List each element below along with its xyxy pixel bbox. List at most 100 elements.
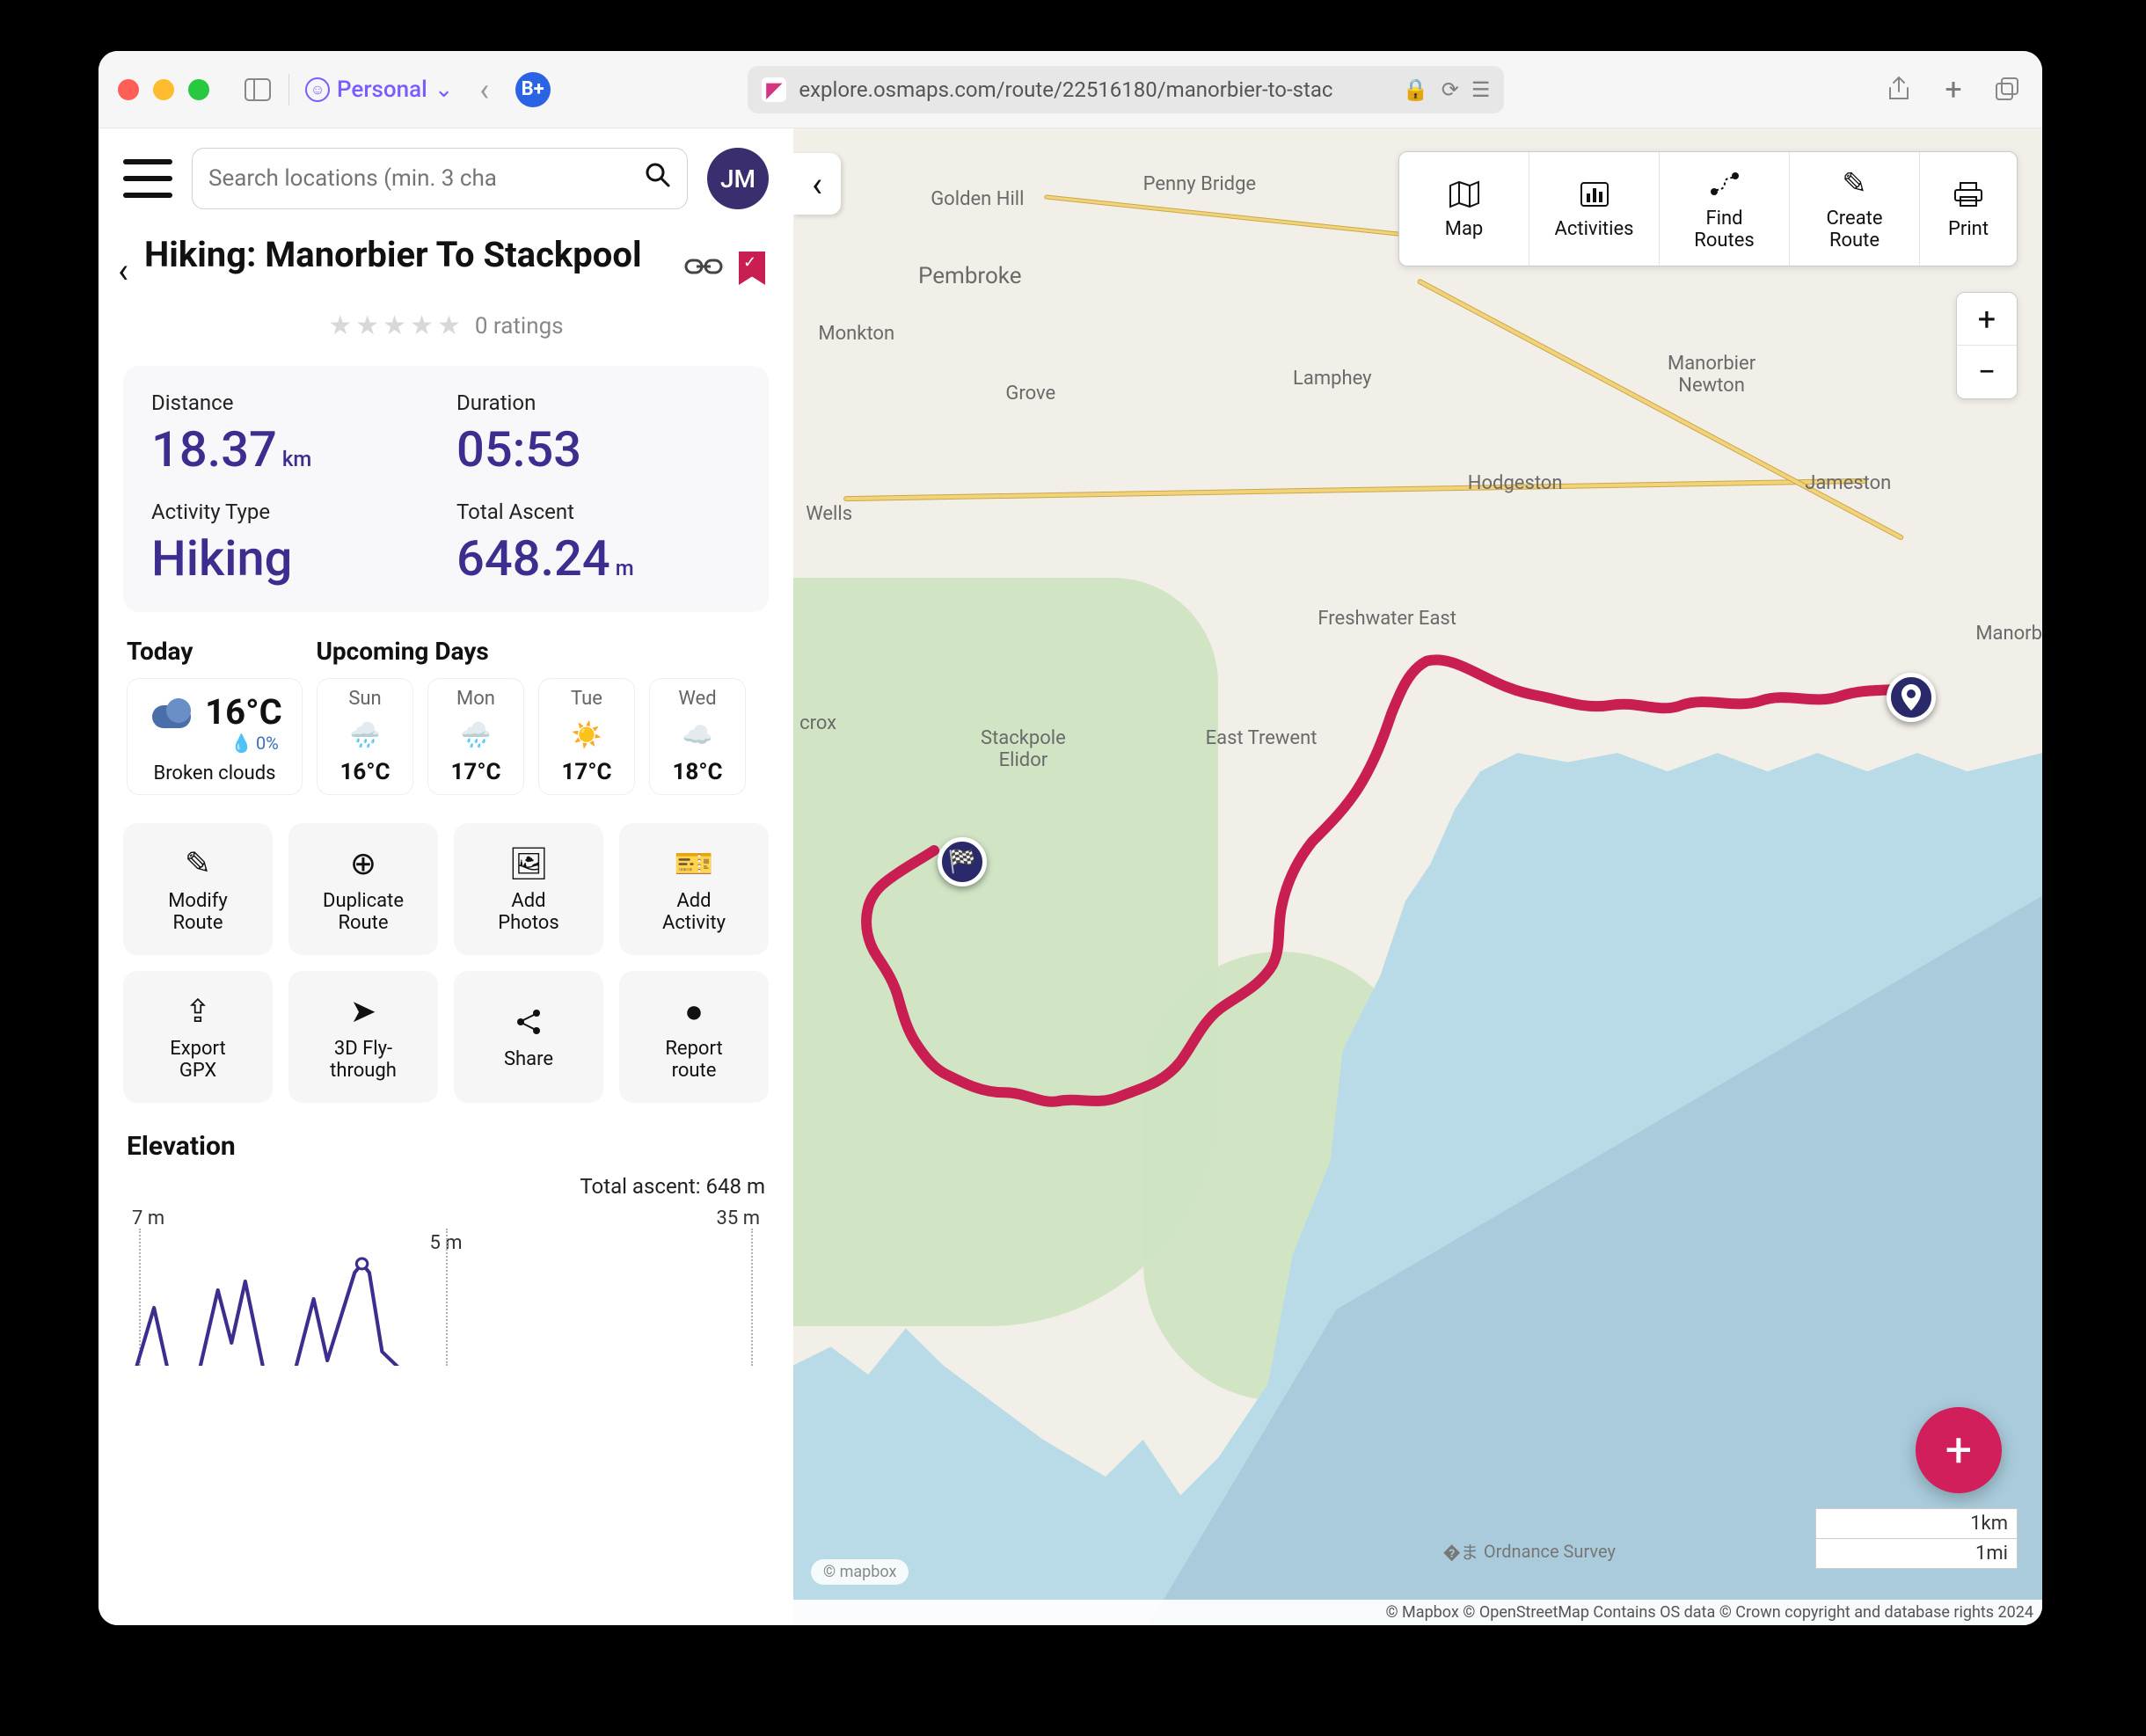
export-gpx-button[interactable]: ⇪ Export GPX: [123, 971, 273, 1103]
map-canvas[interactable]: Golden Hill Penny Bridge Pembroke Monkto…: [793, 128, 2042, 1625]
plane-icon: ➤: [350, 992, 376, 1031]
elevation-title: Elevation: [127, 1131, 765, 1162]
minimize-window-icon[interactable]: [153, 79, 174, 100]
flythrough-button[interactable]: ➤ 3D Fly- through: [288, 971, 438, 1103]
weather-day-sun[interactable]: Sun 🌧️ 16°C: [317, 678, 413, 795]
weather-day-wed[interactable]: Wed ☁️ 18°C: [649, 678, 746, 795]
menu-button[interactable]: [123, 159, 172, 198]
zoom-in-button[interactable]: +: [1957, 293, 2017, 346]
weather-day-tue[interactable]: Tue ☀️ 17°C: [538, 678, 635, 795]
reader-icon[interactable]: ☰: [1471, 77, 1491, 102]
duplicate-route-button[interactable]: ⊕ Duplicate Route: [288, 823, 438, 955]
report-route-button[interactable]: ● Report route: [619, 971, 769, 1103]
extension-badge[interactable]: B+: [515, 72, 551, 107]
copy-link-icon[interactable]: [684, 253, 723, 283]
site-favicon: ◤: [762, 77, 786, 102]
route-sidebar: JM ‹ Hiking: Manorbier To Stackpool ★★★★…: [99, 128, 793, 1625]
new-tab-icon[interactable]: +: [1938, 75, 1968, 105]
map-attribution: © Mapbox © OpenStreetMap Contains OS dat…: [793, 1600, 2042, 1625]
window-controls[interactable]: [118, 79, 209, 100]
distance-value: 18.37km: [151, 420, 435, 478]
pencil-icon: ✎: [185, 844, 211, 883]
elevation-chart[interactable]: 7 m 5 m 35 m: [127, 1207, 765, 1366]
ratings-row: ★★★★★ 0 ratings: [99, 295, 793, 366]
rain-icon: 🌧️: [458, 718, 493, 750]
share-network-icon: [514, 1003, 544, 1041]
today-precip: 💧0%: [205, 733, 282, 754]
zoom-controls: + −: [1956, 292, 2018, 399]
scale-mi: 1mi: [1816, 1539, 2017, 1568]
end-pin-icon[interactable]: 🏁: [938, 837, 987, 886]
weather-today-card[interactable]: 16°C 💧0% Broken clouds: [127, 678, 303, 795]
ratings-count: 0 ratings: [475, 313, 564, 339]
rain-icon: 🌧️: [347, 718, 383, 750]
star-icons: ★★★★★: [328, 310, 464, 341]
back-caret[interactable]: ‹: [118, 234, 134, 291]
today-heading: Today: [127, 637, 193, 666]
create-route-button[interactable]: ✎ Create Route: [1790, 152, 1920, 266]
stats-card: Distance 18.37km Duration 05:53 Activity…: [123, 366, 769, 612]
activity-label: Activity Type: [151, 500, 435, 524]
search-input[interactable]: [208, 165, 632, 192]
sun-icon: ☀️: [569, 718, 604, 750]
duplicate-icon: ⊕: [350, 844, 376, 883]
distance-label: Distance: [151, 390, 435, 415]
back-button[interactable]: ‹: [470, 75, 500, 105]
modify-route-button[interactable]: ✎ Modify Route: [123, 823, 273, 955]
map-toolbar: Map Activities Find Routes: [1398, 151, 2018, 266]
scale-bar: 1km 1mi: [1815, 1508, 2018, 1569]
browser-chrome: ☺ Personal ⌄ ‹ B+ ◤ explore.osmaps.com/r…: [99, 51, 2042, 128]
share-button[interactable]: Share: [454, 971, 603, 1103]
collapse-sidebar-button[interactable]: ‹: [793, 153, 841, 215]
url-text: explore.osmaps.com/route/22516180/manorb…: [799, 77, 1390, 102]
weather-day-mon[interactable]: Mon 🌧️ 17°C: [427, 678, 524, 795]
elev-start-label: 7 m: [132, 1207, 164, 1229]
lock-icon: 🔒: [1403, 77, 1429, 102]
separator: [288, 74, 289, 106]
os-logo: �ま Ordnance Survey: [1442, 1538, 1616, 1564]
activity-value: Hiking: [151, 529, 435, 587]
start-pin-icon[interactable]: [1887, 673, 1936, 722]
add-activity-button[interactable]: 🎫 Add Activity: [619, 823, 769, 955]
user-avatar[interactable]: JM: [707, 148, 769, 209]
activities-button[interactable]: Activities: [1529, 152, 1660, 266]
ascent-label: Total Ascent: [456, 500, 741, 524]
print-button[interactable]: Print: [1920, 152, 2017, 266]
photo-icon: 🖼: [508, 844, 549, 883]
browser-profile-button[interactable]: ☺ Personal ⌄: [305, 77, 454, 103]
find-routes-button[interactable]: Find Routes: [1660, 152, 1790, 266]
map-layers-button[interactable]: Map: [1399, 152, 1529, 266]
tabs-icon[interactable]: [1993, 75, 2023, 105]
mapbox-badge: © mapbox: [811, 1559, 909, 1585]
url-bar[interactable]: ◤ explore.osmaps.com/route/22516180/mano…: [748, 66, 1504, 113]
close-window-icon[interactable]: [118, 79, 139, 100]
route-title: Hiking: Manorbier To Stackpool: [144, 234, 674, 276]
search-icon[interactable]: [645, 162, 671, 195]
ticket-icon: 🎫: [675, 844, 714, 883]
print-icon: [1953, 177, 1983, 212]
upload-icon: ⇪: [185, 992, 211, 1031]
add-photos-button[interactable]: 🖼 Add Photos: [454, 823, 603, 955]
browser-window: ☺ Personal ⌄ ‹ B+ ◤ explore.osmaps.com/r…: [99, 51, 2042, 1625]
pencil-icon: ✎: [1842, 166, 1867, 201]
scale-km: 1km: [1816, 1509, 2017, 1539]
add-fab-button[interactable]: +: [1916, 1407, 2002, 1493]
route-actions: ✎ Modify Route ⊕ Duplicate Route 🖼 Add P…: [99, 804, 793, 1122]
profile-label: Personal: [337, 77, 427, 103]
map-icon: [1449, 177, 1480, 212]
search-box[interactable]: [192, 148, 688, 209]
sidebar-toggle-icon[interactable]: [243, 75, 273, 105]
duration-label: Duration: [456, 390, 741, 415]
elevation-sparkline: [127, 1255, 765, 1366]
weather-section: Today Upcoming Days 16°C 💧0%: [99, 612, 793, 804]
app-container: JM ‹ Hiking: Manorbier To Stackpool ★★★★…: [99, 128, 2042, 1625]
reload-icon[interactable]: ⟳: [1442, 77, 1459, 102]
bookmark-saved-icon[interactable]: [739, 252, 765, 285]
upcoming-heading: Upcoming Days: [316, 637, 488, 666]
maximize-window-icon[interactable]: [188, 79, 209, 100]
elev-end-label: 35 m: [717, 1207, 760, 1229]
share-icon[interactable]: [1884, 75, 1914, 105]
zoom-out-button[interactable]: −: [1957, 346, 2017, 398]
today-desc: Broken clouds: [153, 762, 275, 784]
cloud-icon: [147, 698, 196, 732]
